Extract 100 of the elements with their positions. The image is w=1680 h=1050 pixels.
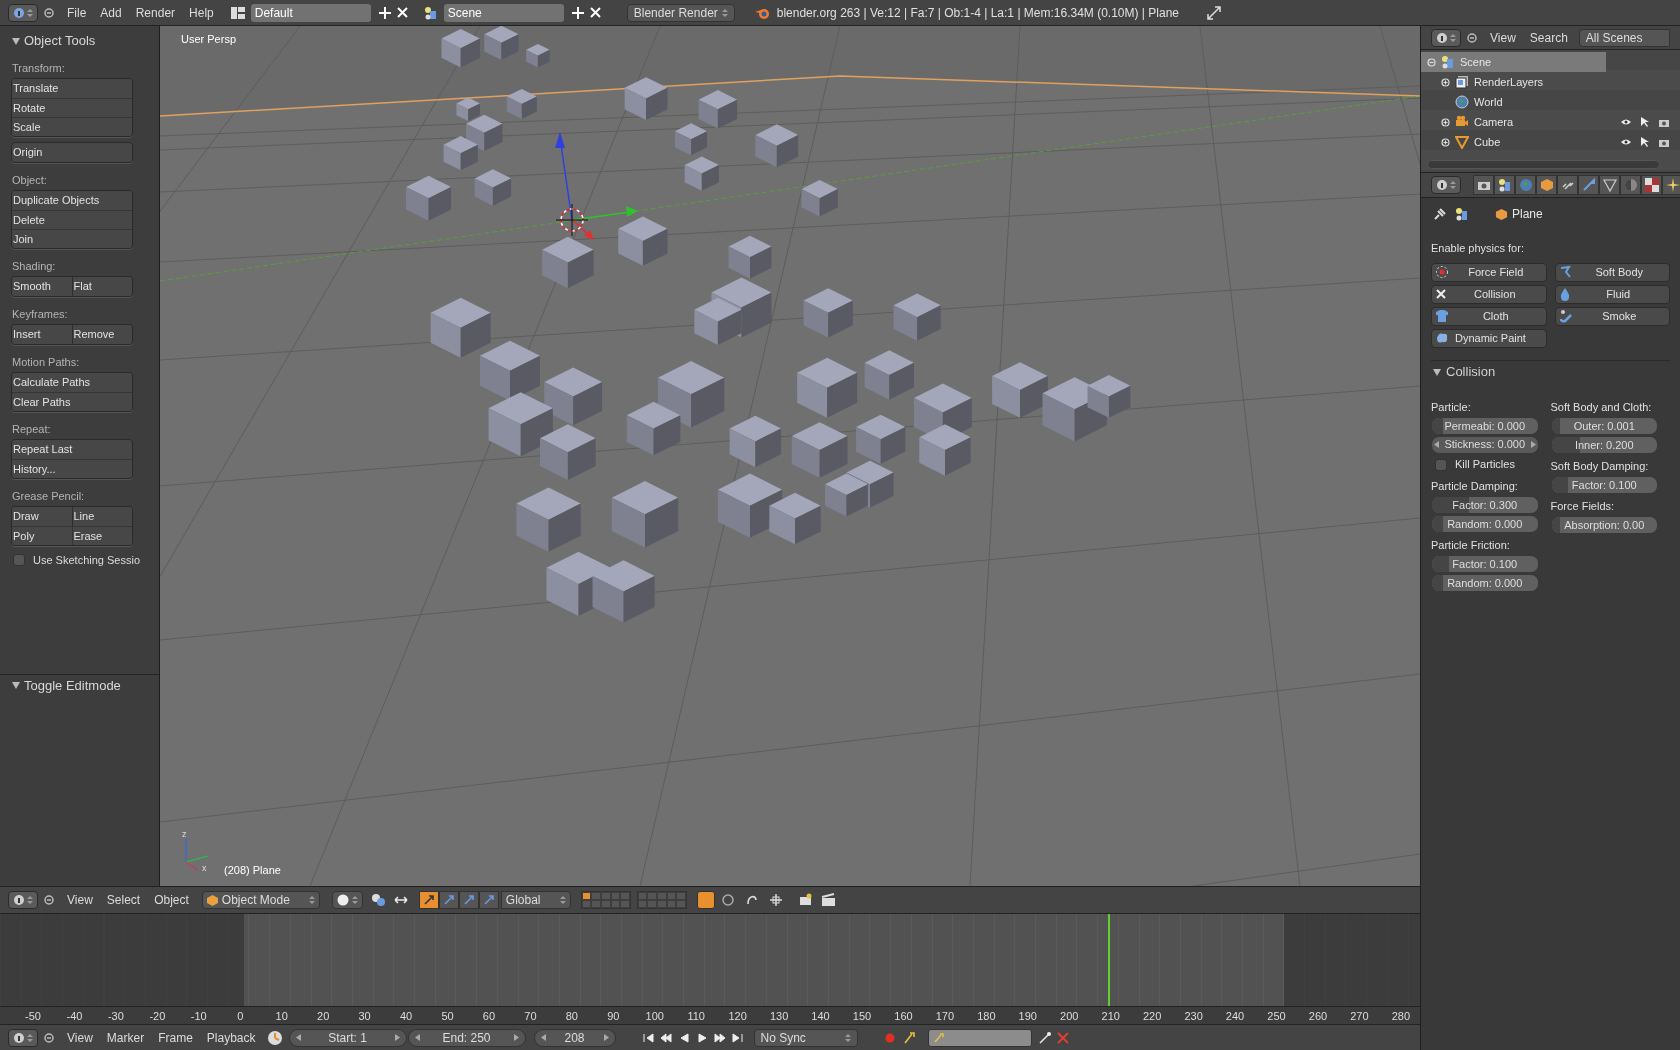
insert-keyframe-icon[interactable] [1037,1030,1052,1045]
playback-control-icon[interactable] [641,1031,654,1044]
cursor-icon[interactable] [1640,136,1650,148]
outliner-item-label[interactable]: Cube [1474,133,1501,151]
tool-button[interactable]: Translate [12,79,132,98]
tool-button[interactable]: Clear Paths [12,392,132,411]
menu-item[interactable]: Object [147,891,196,909]
tool-button[interactable]: Calculate Paths [12,373,132,392]
checkbox[interactable] [13,554,25,567]
right-arrow-icon[interactable] [603,1034,609,1041]
sync-dropdown[interactable]: No Sync [753,1028,858,1047]
menu-item[interactable]: Playback [199,1028,263,1047]
outliner-item-label[interactable]: Scene [1460,53,1492,71]
playback-control-icon[interactable] [731,1031,744,1044]
editor-type-button[interactable] [8,891,38,909]
menu-item[interactable]: File [60,3,94,22]
menu-item[interactable]: Render [128,3,183,22]
physics-button[interactable]: Collision [1431,284,1547,304]
outliner-row[interactable]: World [1421,92,1680,112]
editor-type-button[interactable] [8,3,38,22]
mode-dropdown[interactable]: Object Mode [201,891,320,909]
keying-set-field[interactable] [927,1028,1032,1047]
properties-tab[interactable] [1494,175,1515,195]
manipulator-mode-button[interactable] [478,891,499,909]
add-icon[interactable] [378,6,391,19]
left-arrow-icon[interactable] [1434,441,1439,448]
tool-button[interactable]: Poly [12,526,72,545]
physics-button[interactable]: Cloth [1431,306,1547,326]
outliner-item-label[interactable]: World [1474,93,1503,111]
outliner-row[interactable]: Camera [1421,112,1680,132]
scene-icon[interactable] [423,5,438,20]
tool-button[interactable]: Rotate [12,98,132,117]
scrollbar[interactable] [1427,160,1660,169]
checkbox-label[interactable]: Kill Particles [1455,456,1515,473]
right-arrow-icon[interactable] [513,1034,519,1041]
properties-tab[interactable] [1578,175,1599,195]
orientation-dropdown[interactable]: Global [500,891,571,909]
fullscreen-icon[interactable] [1207,5,1221,20]
keying-icon[interactable] [901,1029,918,1046]
collapse-icon[interactable] [44,895,54,905]
expand-icon[interactable] [1440,77,1450,87]
tool-button[interactable]: History... [12,459,132,478]
menu-item[interactable]: Frame [151,1028,200,1047]
tool-button[interactable]: Join [12,229,132,248]
panel-title[interactable]: Toggle Editmode [24,675,121,696]
collapse-icon[interactable] [44,7,54,18]
editor-type-button[interactable] [1431,176,1461,194]
editor-type-button[interactable] [8,1028,38,1047]
outliner-row[interactable]: Scene [1421,52,1606,72]
tool-button[interactable]: Erase [71,526,132,545]
tool-button[interactable]: Remove [71,325,132,344]
slider-field[interactable]: Inner: 0.200 [1550,435,1658,454]
panel-toggle-icon[interactable] [12,37,20,45]
eye-icon[interactable] [1620,137,1632,147]
cursor-icon[interactable] [1640,116,1650,128]
physics-button[interactable]: Smoke [1554,306,1670,326]
tool-button[interactable]: Duplicate Objects [12,191,132,210]
tool-button[interactable]: Delete [12,210,132,229]
panel-toggle-icon[interactable] [12,682,20,689]
layer-lock-button[interactable] [696,891,715,909]
render-engine-dropdown[interactable]: Blender Render [626,3,735,22]
menu-item[interactable]: View [60,1028,100,1047]
timeline[interactable]: -50 -40 -30 -20 -10 0 10 20 30 40 50 60 70 80 90 100 110 120 130 140 150 160 170 180 190 200 210 220 230 240 250 260 270 280 [0,914,1420,1024]
clapperboard-icon[interactable] [820,893,837,907]
properties-tab[interactable] [1536,175,1557,195]
collapse-icon[interactable] [44,1032,54,1043]
current-frame-field[interactable]: 208 [533,1028,616,1047]
left-arrow-icon[interactable] [540,1034,546,1041]
slider-field[interactable]: Random: 0.000 [1431,514,1539,533]
outliner-item-label[interactable]: RenderLayers [1474,73,1544,91]
close-icon[interactable] [396,7,408,18]
layer-buttons[interactable] [580,891,631,909]
panel-toggle-icon[interactable] [1433,368,1441,376]
tool-button[interactable]: Scale [12,117,132,136]
tool-button[interactable]: Draw [12,507,72,526]
physics-button[interactable]: Force Field [1431,262,1547,282]
slider-field[interactable]: Outer: 0.001 [1550,416,1658,435]
add-icon[interactable] [571,6,584,19]
layout-field[interactable]: Default [250,3,371,22]
menu-item[interactable]: Select [99,891,148,909]
properties-tab[interactable] [1473,175,1494,195]
scene-field[interactable]: Scene [443,3,564,22]
playhead[interactable] [1107,914,1110,1006]
left-arrow-icon[interactable] [414,1034,420,1041]
menu-item[interactable]: Help [182,3,221,22]
tool-button[interactable]: Smooth [12,277,72,296]
start-frame-field[interactable]: Start: 1 [288,1028,407,1047]
physics-button[interactable]: Fluid [1554,284,1670,304]
menu-item[interactable]: Marker [99,1028,152,1047]
properties-tab[interactable] [1641,175,1662,195]
number-field[interactable]: Stickness: 0.000 [1431,435,1539,454]
tool-button[interactable]: Insert [12,325,72,344]
outliner-item-label[interactable]: Camera [1474,113,1514,131]
filter-dropdown[interactable]: All Scenes [1578,28,1670,47]
tool-button[interactable]: Line [71,507,132,526]
eye-icon[interactable] [1620,117,1632,127]
snap-icon[interactable] [768,893,783,907]
panel-title[interactable]: Object Tools [24,31,96,51]
pin-icon[interactable] [1433,207,1447,221]
tool-button[interactable]: Flat [71,277,132,296]
